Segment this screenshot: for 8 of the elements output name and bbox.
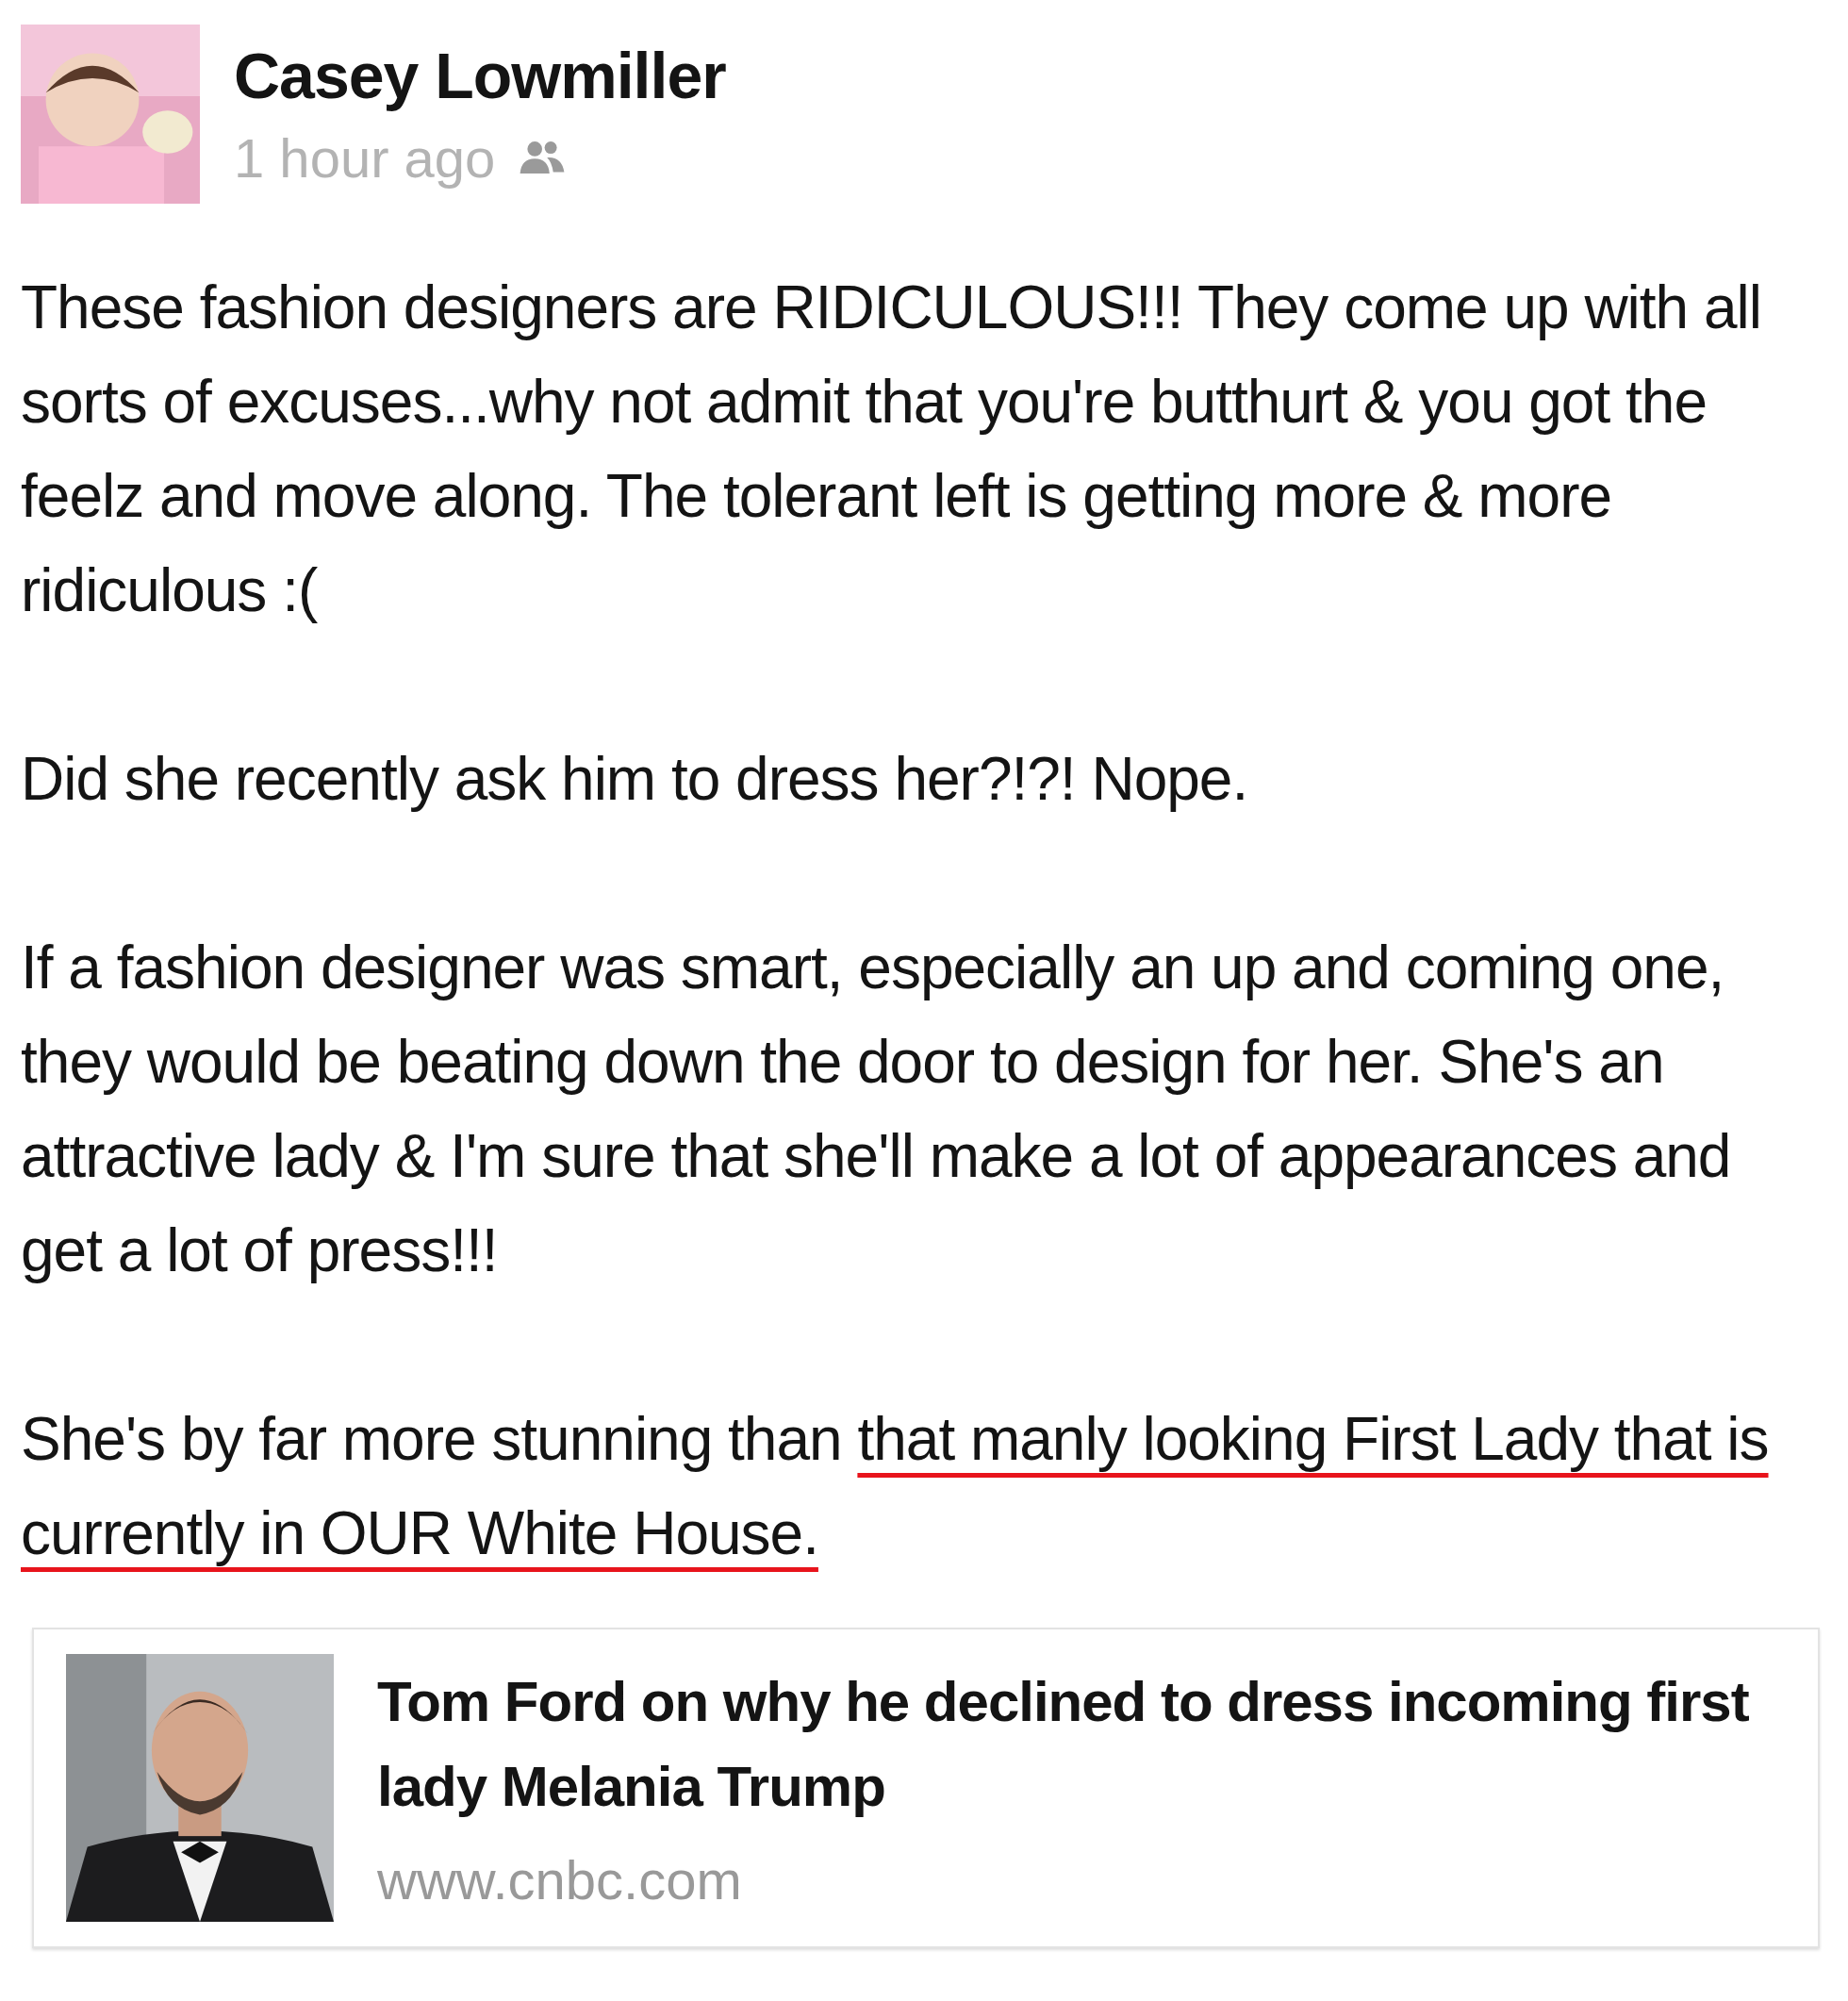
post-paragraph: She's by far more stunning than that manly looking First Lady that is currently in OUR White House. xyxy=(21,1404,1770,1569)
post-paragraph: If a fashion designer was smart, especially an up and coming one, they would be beating down the door to design for her. She's an attractive lady & I'm sure that she'll make a lot of appearances and get a lot of press!!! xyxy=(21,933,1732,1286)
post-paragraph: These fashion designers are RIDICULOUS!!! They come up with all sorts of excuses...why not admit that you're butthurt & you got the feelz and move along. The tolerant left is getting more & more ridiculous :( xyxy=(21,273,1762,626)
author-name[interactable]: Casey Lowmiller xyxy=(234,38,726,115)
link-preview-card[interactable]: Tom Ford on why he declined to dress incoming first lady Melania Trump www.cnbc.com xyxy=(32,1628,1820,1948)
link-title[interactable]: Tom Ford on why he declined to dress incoming first lady Melania Trump xyxy=(377,1660,1786,1829)
link-domain: www.cnbc.com xyxy=(377,1848,743,1911)
post-paragraph: Did she recently ask him to dress her?!?! Nope. xyxy=(21,744,1249,815)
